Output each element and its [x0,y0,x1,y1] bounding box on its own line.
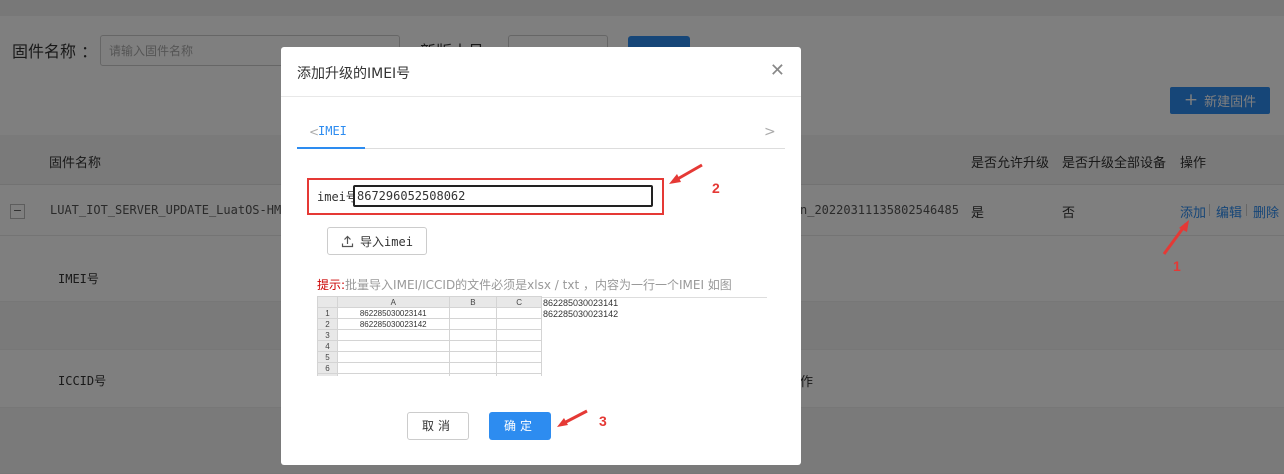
annotation-arrow-3 [557,409,588,427]
sheet-cell: 862285030023141 [336,307,450,319]
tab-next-arrow[interactable]: > [764,124,776,140]
hint-key: 提示: [317,278,346,292]
tab-bar [297,119,785,149]
annotation-arrow-2 [669,163,703,184]
annotation-step-2: 2 [712,180,720,196]
import-imei-button[interactable]: 导入imei [327,227,427,255]
import-hint: 提示:批量导入IMEI/ICCID的文件必须是xlsx / txt ，内容为一行… [317,276,732,293]
sheet-row-header: 7 [317,373,338,376]
sample-line: 862285030023142 [543,309,619,319]
sheet-row-header: 3 [317,329,338,341]
imei-label: imei号 [317,190,358,204]
sheet-corner [317,296,338,308]
upload-icon [341,235,354,247]
sheet-col-header: C [496,296,542,308]
sheet-row-header: 5 [317,351,338,363]
sample-text-list: 862285030023141 862285030023142 [543,298,618,320]
sample-spreadsheet-image: A B C 1 862285030023141 2 86228503002314… [317,296,542,376]
modal-title: 添加升级的IMEI号 [297,66,411,82]
imei-input[interactable] [353,185,653,207]
annotation-step-3: 3 [599,413,607,429]
sheet-cell: 862285030023142 [336,318,450,330]
sample-line: 862285030023141 [543,298,619,308]
confirm-button[interactable]: 确定 [489,412,551,440]
sheet-row-header: 2 [317,318,338,330]
cancel-button[interactable]: 取消 [407,412,469,440]
close-icon[interactable]: ✕ [770,60,785,81]
annotation-step-1: 1 [1173,258,1181,274]
annotation-arrow-1 [1162,220,1189,255]
hint-text: 批量导入IMEI/ICCID的文件必须是xlsx / txt ，内容为一行一个I… [345,278,732,292]
tab-imei-label: IMEI [318,124,347,138]
sheet-row-header: 1 [317,307,338,319]
import-imei-label: 导入imei [360,234,413,249]
sheet-row-header: 6 [317,362,338,374]
sheet-row-header: 4 [317,340,338,352]
sheet-col-header: B [448,296,498,308]
add-imei-modal: 添加升级的IMEI号 ✕ < IMEI > imei号 导入imei 提示:批量… [281,47,801,465]
sheet-col-header: A [336,296,450,308]
